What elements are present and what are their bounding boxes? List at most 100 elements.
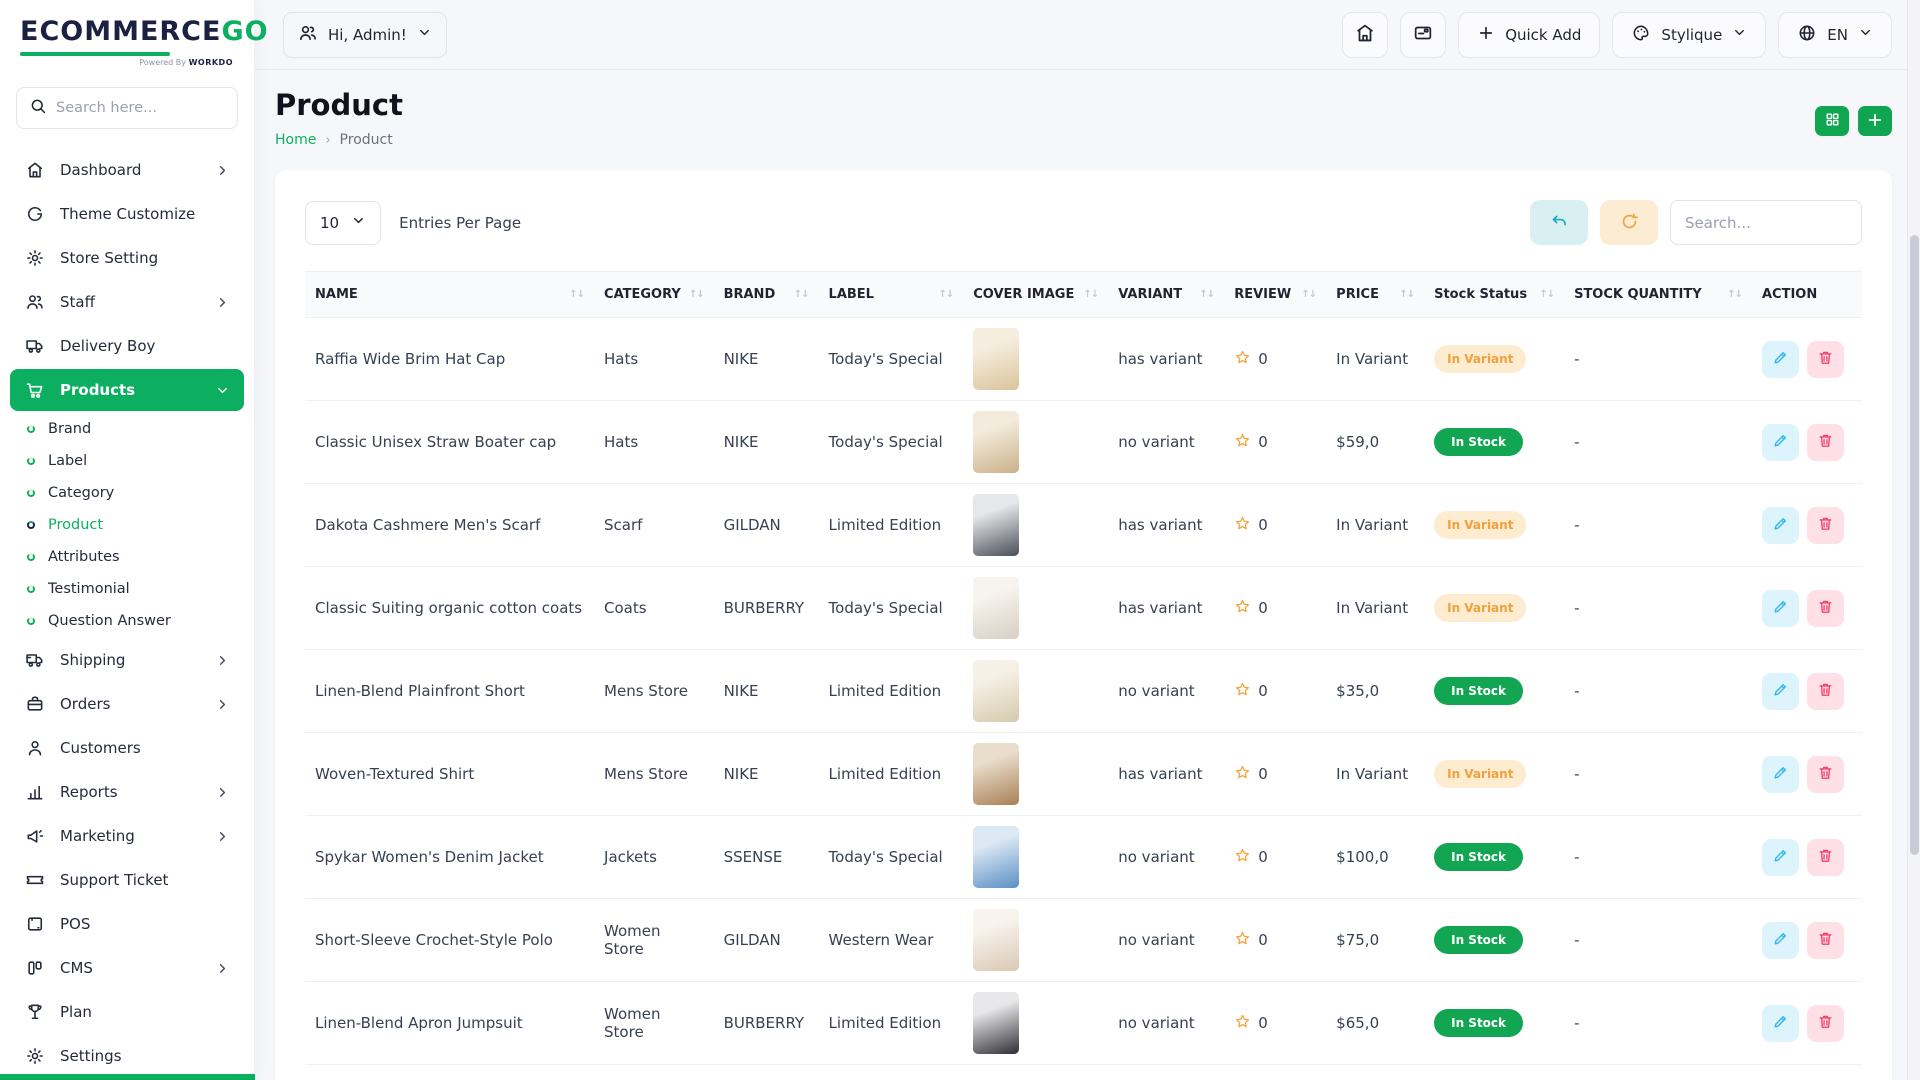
column-header-stock-status[interactable]: Stock Status↑↓ [1424,272,1564,318]
grid-view-button[interactable] [1815,106,1849,136]
chevron-right-icon [215,697,230,712]
sidebar-item-store-setting[interactable]: Store Setting [10,237,244,279]
sidebar-item-plan[interactable]: Plan [10,991,244,1033]
sidebar-item-reports[interactable]: Reports [10,771,244,813]
sidebar-search [16,87,238,129]
column-header-review[interactable]: REVIEW↑↓ [1224,272,1326,318]
page-scrollbar[interactable] [1907,0,1920,1080]
refresh-button[interactable] [1600,200,1658,245]
column-header-brand[interactable]: BRAND↑↓ [714,272,819,318]
sidebar-subitem-product[interactable]: Product [0,509,254,541]
column-header-category[interactable]: CATEGORY↑↓ [594,272,714,318]
stock-status-badge: In Stock [1434,843,1523,871]
column-header-cover-image[interactable]: COVER IMAGE↑↓ [963,272,1108,318]
product-cover-image [973,328,1019,390]
sidebar-item-staff[interactable]: Staff [10,281,244,323]
sidebar-item-delivery-boy[interactable]: Delivery Boy [10,325,244,367]
delete-product-button[interactable] [1807,424,1844,461]
sidebar-subitem-category[interactable]: Category [0,477,254,509]
column-header-label[interactable]: LABEL↑↓ [819,272,964,318]
delete-product-button[interactable] [1807,1005,1844,1042]
product-brand: NIKE [724,433,759,451]
sidebar-item-cms[interactable]: CMS [10,947,244,989]
breadcrumb-separator-icon: › [325,133,330,148]
delete-product-button[interactable] [1807,341,1844,378]
product-brand: BURBERRY [724,1014,805,1032]
sidebar-subitem-question-answer[interactable]: Question Answer [0,605,254,637]
bullet-icon [27,425,35,433]
cms-icon [24,958,46,978]
product-label: Limited Edition [829,1014,942,1032]
edit-product-button[interactable] [1762,922,1799,959]
storefront-button[interactable] [1342,12,1388,58]
product-cover-image [973,826,1019,888]
customers-icon [24,738,46,758]
delete-product-button[interactable] [1807,756,1844,793]
delete-product-button[interactable] [1807,590,1844,627]
edit-product-button[interactable] [1762,1005,1799,1042]
sidebar-item-label: Shipping [60,651,201,669]
edit-product-button[interactable] [1762,341,1799,378]
sidebar-subitem-testimonial[interactable]: Testimonial [0,573,254,605]
sidebar-item-marketing[interactable]: Marketing [10,815,244,857]
product-price: In Variant [1336,599,1408,617]
table-row: Woven-Textured ShirtMens StoreNIKELimite… [305,733,1862,816]
sort-icon: ↑↓ [689,289,704,300]
trash-icon [1817,930,1834,950]
language-button[interactable]: EN [1778,12,1892,58]
logo: ECOMMERCEGO Powered By WORKDO [0,0,254,73]
sort-icon: ↑↓ [1083,289,1098,300]
edit-product-button[interactable] [1762,673,1799,710]
delete-product-button[interactable] [1807,507,1844,544]
product-label: Limited Edition [829,765,942,783]
column-header-stock-quantity[interactable]: STOCK QUANTITY↑↓ [1564,272,1752,318]
sidebar-item-orders[interactable]: Orders [10,683,244,725]
sidebar-item-support-ticket[interactable]: Support Ticket [10,859,244,901]
sidebar-item-pos[interactable]: POS [10,903,244,945]
theme-customize-icon [24,204,46,224]
messages-button[interactable] [1400,12,1446,58]
product-price: In Variant [1336,765,1408,783]
sidebar-item-dashboard[interactable]: Dashboard [10,149,244,191]
sidebar-item-shipping[interactable]: Shipping [10,639,244,681]
sidebar-subitem-brand[interactable]: Brand [0,413,254,445]
column-header-variant[interactable]: VARIANT↑↓ [1108,272,1224,318]
delete-product-button[interactable] [1807,839,1844,876]
add-product-button[interactable] [1858,106,1892,136]
breadcrumb-home-link[interactable]: Home [275,132,316,148]
sidebar-item-theme-customize[interactable]: Theme Customize [10,193,244,235]
sidebar-subitem-label[interactable]: Label [0,445,254,477]
delete-product-button[interactable] [1807,673,1844,710]
product-category: Mens Store [604,682,688,700]
product-cover-image [973,992,1019,1054]
sidebar-item-products[interactable]: Products [10,369,244,411]
page-scrollbar-thumb[interactable] [1910,235,1919,855]
edit-product-button[interactable] [1762,507,1799,544]
sidebar-item-label: Plan [60,1003,230,1021]
column-header-name[interactable]: NAME↑↓ [305,272,594,318]
delete-product-button[interactable] [1807,922,1844,959]
grid-icon [1824,111,1841,131]
product-label: Western Wear [829,931,934,949]
edit-product-button[interactable] [1762,839,1799,876]
user-menu-button[interactable]: Hi, Admin! [283,12,447,58]
undo-filter-button[interactable] [1530,200,1588,245]
dashboard-icon [24,160,46,180]
sidebar-search-input[interactable] [56,100,225,116]
quick-add-button[interactable]: Quick Add [1458,12,1600,58]
product-name: Linen-Blend Plainfront Short [315,682,525,700]
sidebar-subitem-attributes[interactable]: Attributes [0,541,254,573]
table-row: Dakota Cashmere Men's ScarfScarfGILDANLi… [305,484,1862,567]
entries-per-page-select[interactable]: 10 [305,201,381,245]
sidebar-item-label: Orders [60,695,201,713]
table-search-input[interactable] [1670,200,1862,245]
sidebar-item-customers[interactable]: Customers [10,727,244,769]
edit-product-button[interactable] [1762,424,1799,461]
column-header-price[interactable]: PRICE↑↓ [1326,272,1424,318]
sidebar-item-settings[interactable]: Settings [10,1035,244,1077]
edit-product-button[interactable] [1762,756,1799,793]
product-brand: NIKE [724,682,759,700]
edit-product-button[interactable] [1762,590,1799,627]
theme-style-button[interactable]: Stylique [1612,12,1766,58]
stock-quantity: - [1574,765,1579,783]
